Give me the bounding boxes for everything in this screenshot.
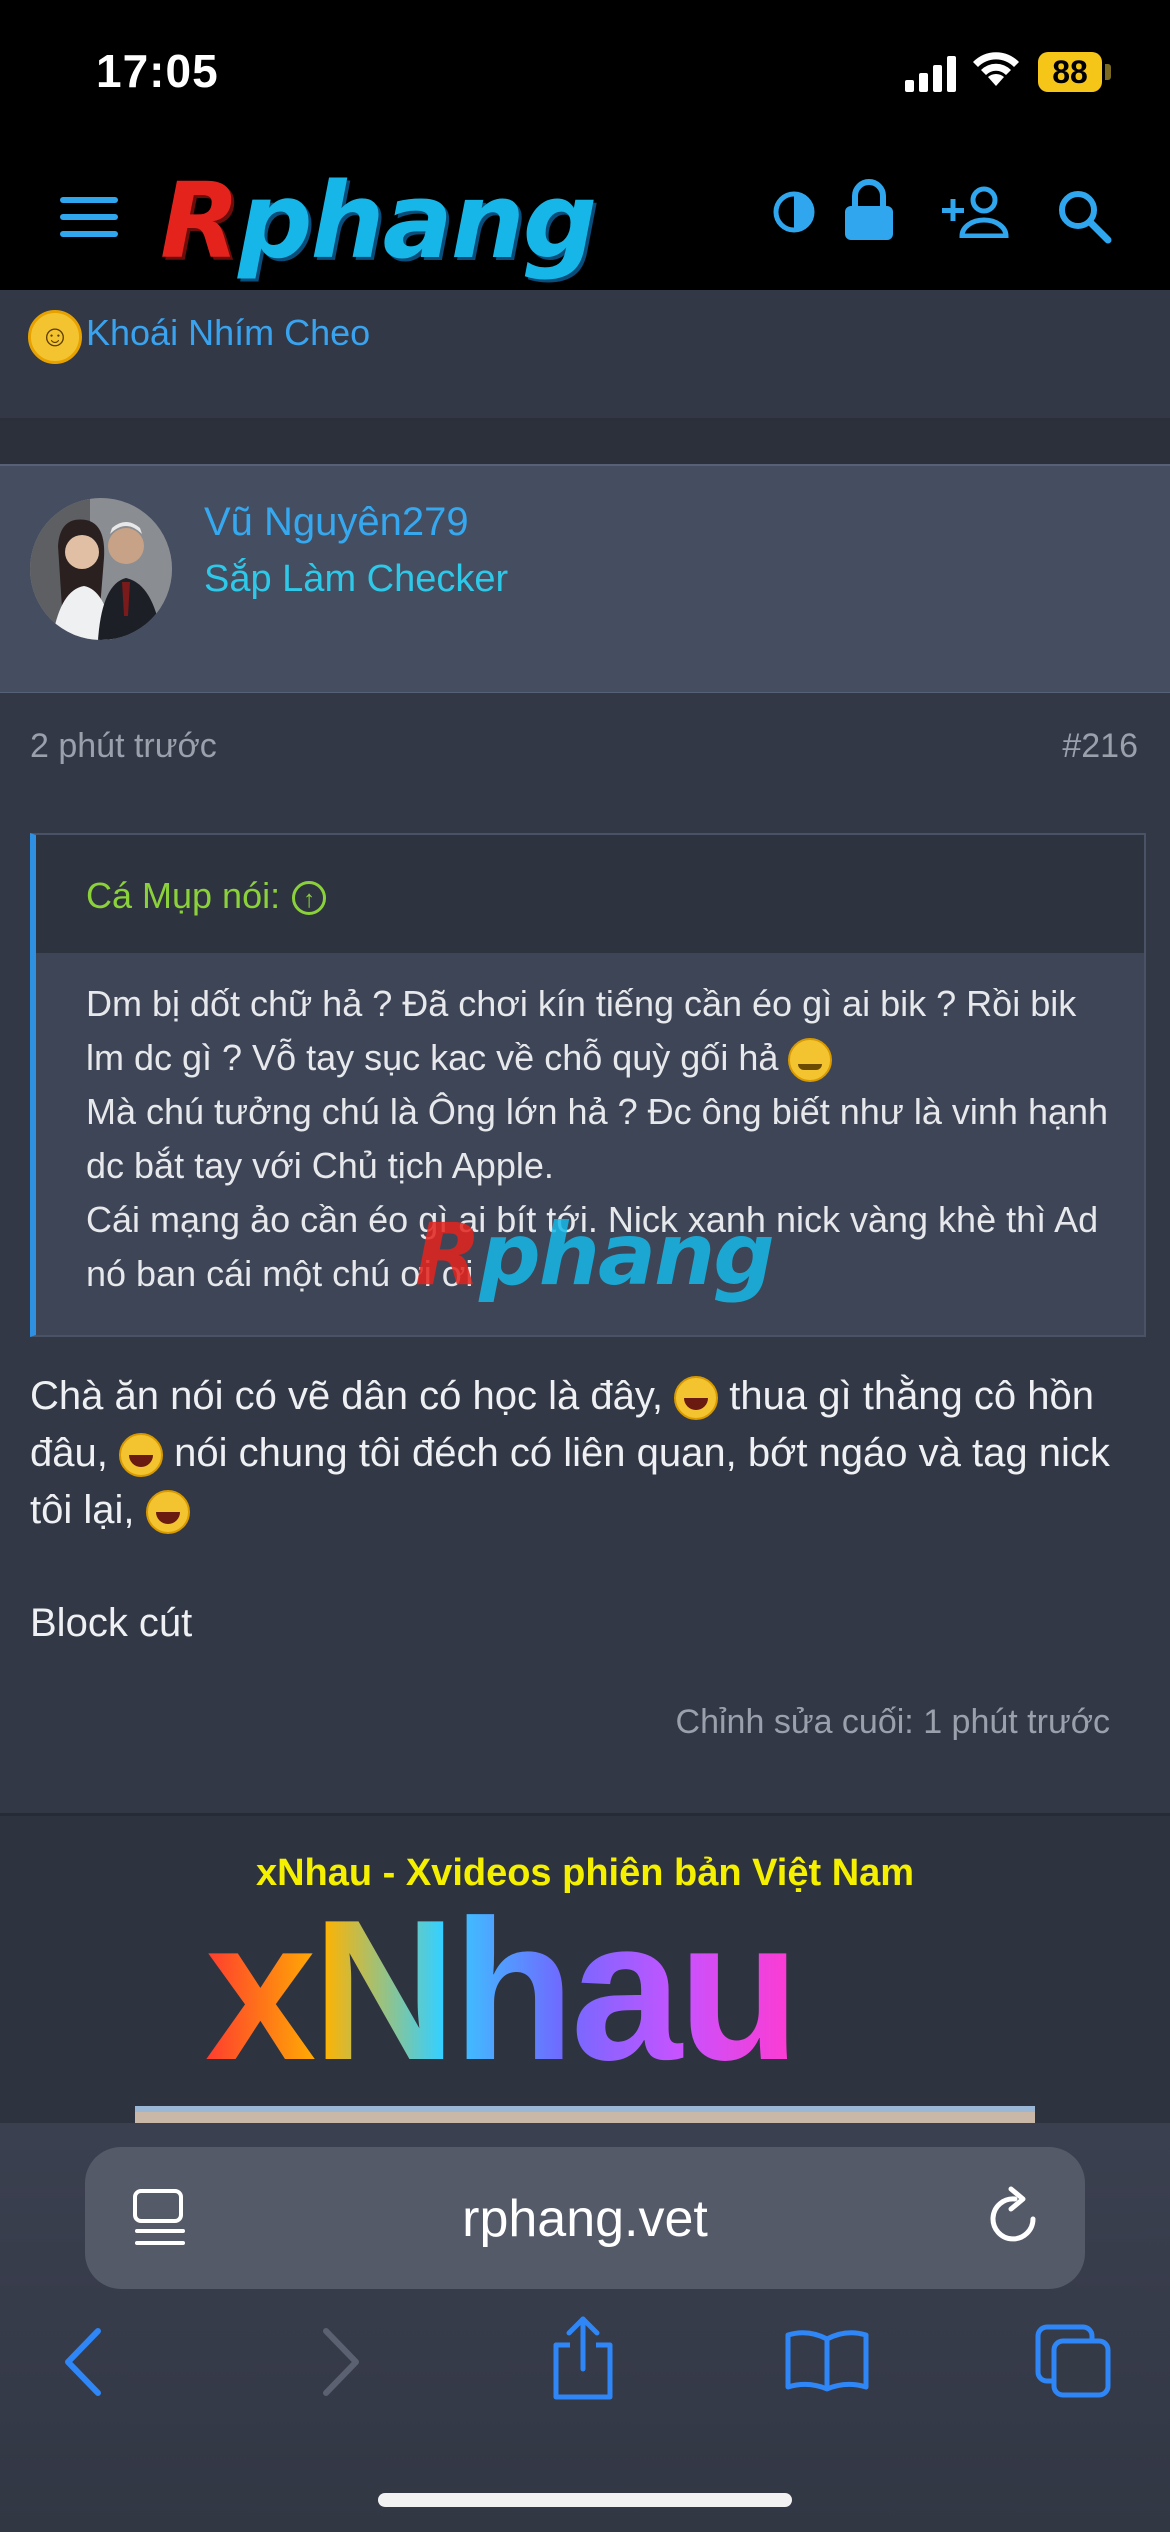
post-author-title: Sắp Làm Checker [204,558,509,600]
site-header: Rphang [0,150,1170,290]
post-author-card: Vũ Nguyên279 Sắp Làm Checker [0,464,1170,695]
battery-level: 88 [1038,52,1102,92]
last-edited-note: Chỉnh sửa cuối: 1 phút trước [675,1703,1110,1741]
quote-header: Cá Mụp nói: ↑ [36,835,1144,953]
post-separator [0,421,1170,464]
search-icon[interactable] [1056,188,1112,244]
watermark-logo: Rphang [415,1205,775,1305]
reaction-users-link[interactable]: Khoái Nhím Cheo [86,312,370,354]
contrast-icon[interactable] [772,190,816,234]
battery-tip [1105,64,1111,80]
post-text: nói chung tôi đéch có liên quan, bớt ngá… [30,1431,1110,1532]
post-text: Chà ăn nói có vẽ dân có học là đây, [30,1374,664,1418]
status-bar: 17:05 88 [0,0,1170,150]
arrow-up-circle-icon[interactable]: ↑ [292,881,327,916]
tabs-icon[interactable] [1034,2323,1114,2399]
post-timestamp[interactable]: 2 phút trước [30,727,217,766]
back-icon[interactable] [62,2327,106,2397]
cellular-signal-icon [905,56,956,92]
quote-line: Mà chú tưởng chú là Ông lớn hả ? Đc ông … [86,1091,1109,1186]
laughing-emoji-icon [145,1490,190,1535]
post-body: Chà ăn nói có vẽ dân có học là đây, thua… [30,1368,1140,1652]
post-number[interactable]: #216 [1062,727,1138,766]
share-icon[interactable] [548,2315,618,2401]
wifi-icon [973,52,1019,86]
laughing-emoji-icon [118,1433,163,1478]
menu-icon[interactable] [60,195,118,239]
quote-line: Dm bị dốt chữ hả ? Đã chơi kín tiếng cần… [86,983,1077,1078]
ad-logo[interactable]: xNhau [205,1886,800,2096]
reactions-bar: ☺ Khoái Nhím Cheo [0,290,1170,421]
smile-emoji-icon [788,1038,833,1083]
quote-author-link[interactable]: Cá Mụp nói: ↑ [86,875,327,917]
avatar-image [30,498,172,640]
ad-banner[interactable]: xNhau - Xvideos phiên bản Việt Nam xNhau [0,1813,1170,2132]
reload-icon[interactable] [985,2185,1045,2249]
post-author-name[interactable]: Vũ Nguyên279 [204,500,469,545]
lock-icon[interactable] [843,178,895,242]
url-text[interactable]: rphang.vet [85,2189,1085,2249]
post-text: Block cút [30,1601,193,1645]
add-user-icon[interactable] [942,186,1012,238]
browser-toolbar: rphang.vet [0,2123,1170,2532]
laughing-emoji-icon: ☺ [28,310,82,364]
bookmarks-icon[interactable] [784,2327,870,2393]
forward-icon[interactable] [318,2327,362,2397]
status-time: 17:05 [96,45,219,97]
site-logo[interactable]: Rphang [160,166,597,276]
quote-author-label: Cá Mụp nói: [86,875,281,916]
avatar[interactable] [30,498,172,640]
laughing-emoji-icon [674,1376,719,1421]
address-bar[interactable]: rphang.vet [85,2147,1085,2289]
home-indicator[interactable] [378,2493,792,2507]
